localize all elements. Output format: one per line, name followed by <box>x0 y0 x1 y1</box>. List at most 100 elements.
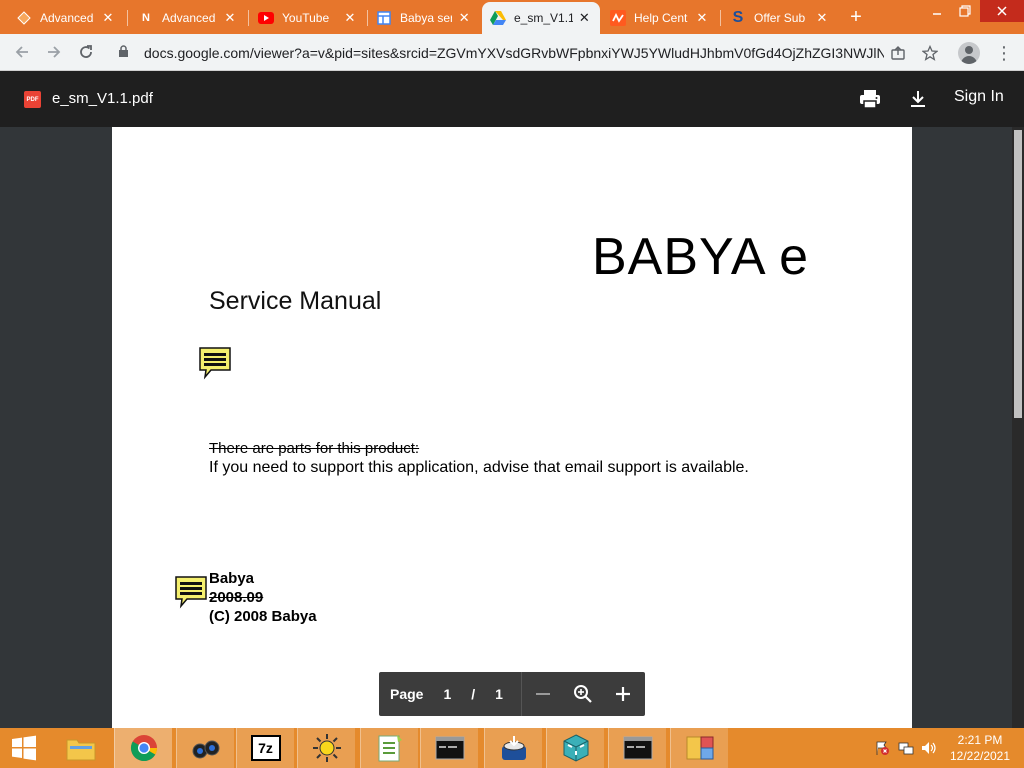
sheet-icon <box>376 10 392 26</box>
terminal-icon <box>435 733 465 763</box>
tab-babya-service[interactable]: Babya ser ✕ <box>368 2 480 34</box>
pdf-file-icon: PDF <box>24 91 41 108</box>
url-text[interactable]: docs.google.com/viewer?a=v&pid=sites&src… <box>144 45 884 61</box>
folder-icon <box>66 733 96 763</box>
zoom-in-button[interactable] <box>611 682 635 706</box>
restore-button[interactable] <box>950 0 980 22</box>
clock-time: 2:21 PM <box>957 733 1003 747</box>
start-button[interactable] <box>0 728 48 768</box>
action-center-flag-icon[interactable] <box>874 740 890 756</box>
window-close-button[interactable] <box>980 0 1024 22</box>
pdf-page[interactable]: BABYA e Service Manual There are parts f… <box>112 127 912 728</box>
page-controls: Page 1 / 1 <box>379 672 645 716</box>
share-icon[interactable] <box>888 43 908 63</box>
taskbar-folders[interactable] <box>670 728 728 768</box>
new-tab-button[interactable]: + <box>844 5 868 29</box>
close-icon[interactable]: ✕ <box>814 10 830 26</box>
taskbar-7zip[interactable]: 7z <box>236 728 294 768</box>
tab-title: Help Cent <box>634 11 688 25</box>
network-icon[interactable] <box>898 740 914 756</box>
sign-in-link[interactable]: Sign In <box>954 88 1004 106</box>
tab-title: Babya ser <box>400 11 453 25</box>
close-icon[interactable]: ✕ <box>100 10 116 26</box>
close-icon[interactable]: ✕ <box>222 10 238 26</box>
struck-text-line: There are parts for this product: <box>209 440 420 457</box>
tab-advanced-1[interactable]: Advanced ✕ <box>8 2 124 34</box>
download-icon[interactable] <box>906 87 930 111</box>
document-subtitle: Service Manual <box>209 287 382 315</box>
browser-toolbar: docs.google.com/viewer?a=v&pid=sites&src… <box>0 34 1024 71</box>
tab-help-center[interactable]: Help Cent ✕ <box>602 2 718 34</box>
tab-offer-sub[interactable]: S Offer Sub ✕ <box>722 2 838 34</box>
bookmark-star-icon[interactable] <box>920 43 940 63</box>
taskbar-cube-app[interactable] <box>546 728 604 768</box>
7zip-icon: 7z <box>250 735 281 761</box>
tab-separator <box>127 10 128 26</box>
total-pages: 1 <box>495 686 503 702</box>
taskbar-installer[interactable] <box>484 728 542 768</box>
chrome-icon <box>129 733 159 763</box>
tab-e-sm-active[interactable]: e_sm_V1.1 ✕ <box>482 2 600 34</box>
struck-date: 2008.09 <box>209 589 264 606</box>
volume-icon[interactable] <box>921 740 937 756</box>
zoom-out-button[interactable] <box>531 682 555 706</box>
minimize-button[interactable] <box>922 0 952 22</box>
browser-menu-button[interactable]: ⋮ <box>995 42 1013 64</box>
close-icon[interactable]: ✕ <box>342 10 358 26</box>
taskbar-notepad-plus[interactable] <box>360 728 418 768</box>
clock-date: 12/22/2021 <box>949 749 1011 763</box>
system-clock[interactable]: 2:21 PM 12/22/2021 <box>944 732 1016 764</box>
copyright-line: (C) 2008 Babya <box>209 608 317 625</box>
tab-separator <box>248 10 249 26</box>
terminal-icon <box>623 733 653 763</box>
taskbar-file-explorer[interactable] <box>52 728 110 768</box>
body-text-line: If you need to support this application,… <box>209 459 749 476</box>
company-name: Babya <box>209 570 255 587</box>
n-logo-icon: N <box>142 12 150 24</box>
profile-avatar[interactable] <box>958 42 980 64</box>
page-separator: / <box>471 686 476 702</box>
tab-title: YouTube <box>282 11 330 25</box>
viewer-header: PDF e_sm_V1.1.pdf Sign In <box>0 71 1024 127</box>
taskbar-sun-app[interactable] <box>297 728 355 768</box>
tab-youtube[interactable]: YouTube ✕ <box>250 2 366 34</box>
print-icon[interactable] <box>858 87 882 111</box>
document-viewer[interactable]: BABYA e Service Manual There are parts f… <box>0 127 1012 728</box>
tab-advanced-2[interactable]: N Advanced ✕ <box>130 2 246 34</box>
reload-button[interactable] <box>73 39 99 65</box>
current-page-input[interactable]: 1 <box>443 686 451 702</box>
cube-icon <box>561 733 591 763</box>
youtube-icon <box>258 10 274 26</box>
tab-title: Advanced <box>162 11 216 25</box>
google-drive-icon <box>490 10 506 26</box>
close-icon[interactable]: ✕ <box>456 10 472 26</box>
tab-separator <box>720 10 721 26</box>
tab-title: e_sm_V1.1 <box>514 11 573 25</box>
taskbar-command-prompt-2[interactable] <box>608 728 666 768</box>
lock-icon[interactable] <box>118 44 132 61</box>
forward-button[interactable] <box>41 39 67 65</box>
tab-title: Offer Sub <box>754 11 806 25</box>
back-button[interactable] <box>9 39 35 65</box>
tab-strip: Advanced ✕ N Advanced ✕ YouTube ✕ Babya … <box>0 0 1024 34</box>
scrollbar-thumb[interactable] <box>1014 130 1022 418</box>
address-bar[interactable]: docs.google.com/viewer?a=v&pid=sites&src… <box>110 38 948 67</box>
stacked-folders-icon <box>685 733 715 763</box>
close-icon[interactable]: ✕ <box>694 10 710 26</box>
orange-diamond-icon <box>16 10 32 26</box>
taskbar-chrome[interactable] <box>114 728 172 768</box>
taskbar-binoculars[interactable] <box>176 728 234 768</box>
comment-note-icon[interactable] <box>174 575 208 609</box>
binoculars-icon <box>191 733 221 763</box>
page-label: Page <box>390 686 424 702</box>
s-logo-icon: S <box>732 9 744 26</box>
taskbar-command-prompt[interactable] <box>420 728 478 768</box>
tab-title: Advanced <box>40 11 94 25</box>
sun-icon <box>312 733 342 763</box>
close-icon[interactable]: ✕ <box>577 10 592 26</box>
windows-logo-icon <box>12 735 36 761</box>
taskbar: 7z <box>0 728 1024 768</box>
comment-note-icon[interactable] <box>198 346 232 380</box>
zoom-fit-icon[interactable] <box>571 682 595 706</box>
notepad-plus-icon <box>375 733 405 763</box>
